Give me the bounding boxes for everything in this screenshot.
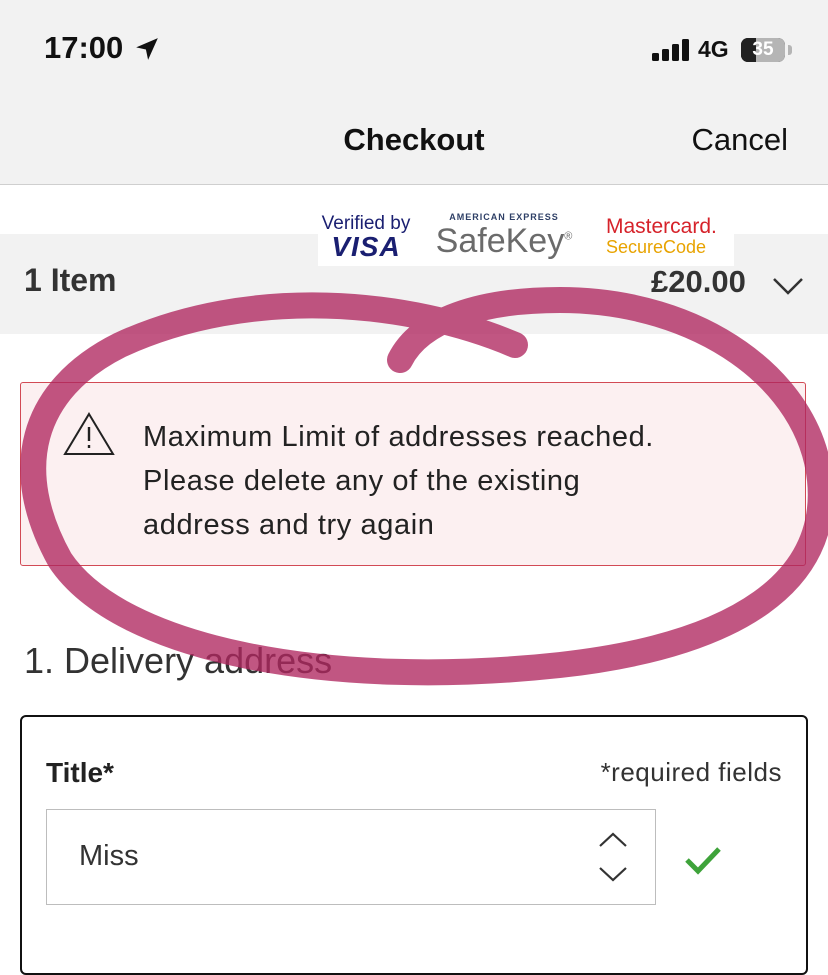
title-field-label: Title* bbox=[46, 757, 114, 788]
battery-percent: 35 bbox=[752, 39, 774, 60]
network-type: 4G bbox=[698, 36, 729, 62]
alert-line: address and try again bbox=[143, 509, 435, 541]
warning-triangle-icon bbox=[63, 412, 115, 455]
mastercard-logo-line1: Mastercard. bbox=[606, 215, 717, 238]
alert-message: Maximum Limit of addresses reached. Plea… bbox=[143, 415, 783, 547]
verified-by-visa-logo: Verified by VISA bbox=[318, 214, 414, 261]
green-check-icon bbox=[685, 847, 721, 875]
signal-bars-icon bbox=[652, 39, 689, 61]
up-down-chevrons-icon bbox=[599, 832, 627, 882]
battery-icon: 35 bbox=[741, 38, 785, 62]
amex-registered-mark: ® bbox=[564, 230, 573, 243]
chevron-down-icon[interactable] bbox=[772, 276, 804, 296]
address-limit-alert: Maximum Limit of addresses reached. Plea… bbox=[20, 382, 806, 566]
amex-logo-line2: SafeKey bbox=[435, 222, 565, 260]
item-count: 1 Item bbox=[24, 262, 117, 298]
required-fields-note: *required fields bbox=[600, 757, 782, 787]
battery-cap bbox=[788, 45, 792, 55]
alert-line: Maximum Limit of addresses reached. bbox=[143, 421, 654, 453]
title-select-value: Miss bbox=[79, 840, 139, 872]
location-arrow-icon bbox=[136, 38, 158, 60]
security-logos: Verified by VISA AMERICAN EXPRESS SafeKe… bbox=[318, 208, 734, 266]
mastercard-logo-line2: SecureCode bbox=[606, 237, 707, 258]
cancel-button[interactable]: Cancel bbox=[692, 122, 789, 158]
alert-line: Please delete any of the existing bbox=[143, 465, 581, 497]
order-total: £20.00 bbox=[651, 264, 746, 299]
delivery-address-heading: 1. Delivery address bbox=[24, 640, 333, 681]
status-bar: 17:00 4G 35 bbox=[0, 0, 828, 100]
visa-logo-line2: VISA bbox=[331, 231, 401, 262]
amex-safekey-logo: AMERICAN EXPRESS SafeKey® bbox=[434, 212, 574, 258]
mastercard-securecode-logo: Mastercard. SecureCode bbox=[606, 215, 734, 258]
amex-logo-line1: AMERICAN EXPRESS bbox=[449, 212, 559, 222]
delivery-address-form: Title* *required fields Miss bbox=[20, 715, 808, 975]
nav-bar: Checkout Cancel bbox=[0, 100, 828, 185]
status-time: 17:00 bbox=[44, 30, 124, 65]
title-select[interactable]: Miss bbox=[46, 809, 656, 905]
